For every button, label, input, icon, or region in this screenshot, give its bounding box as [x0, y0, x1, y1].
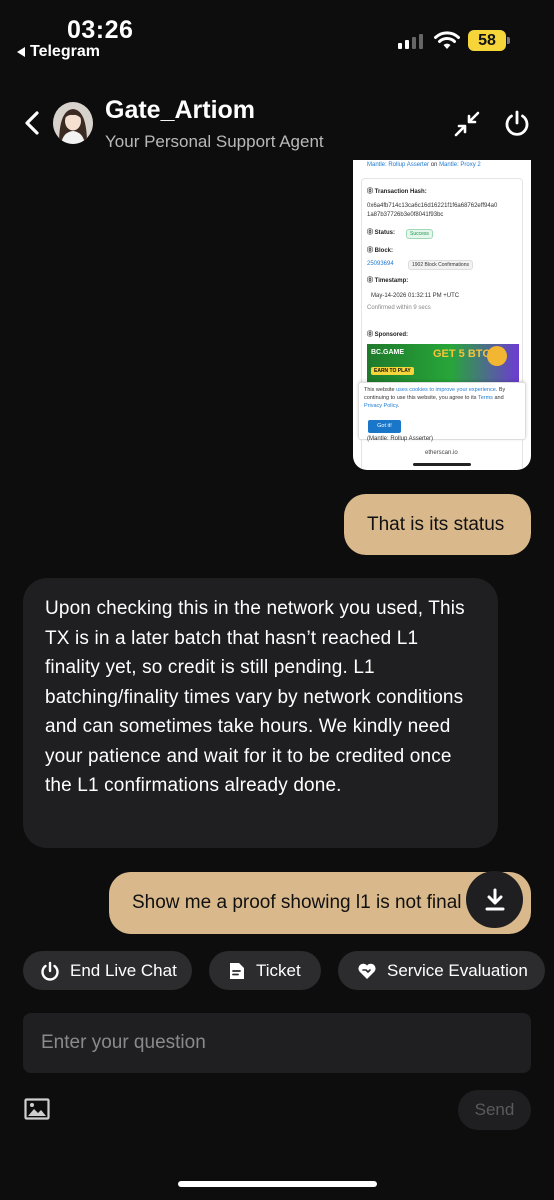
- heart-handshake-icon: [358, 963, 376, 979]
- agent-avatar: [53, 102, 93, 144]
- service-evaluation-label: Service Evaluation: [387, 960, 528, 980]
- domain-label: etherscan.io: [425, 450, 458, 456]
- end-live-chat-button[interactable]: End Live Chat: [23, 951, 192, 990]
- tx-hash-line2: 1a87b37726b3e0f8041f93bc: [367, 212, 444, 218]
- back-to-telegram[interactable]: Telegram: [17, 43, 100, 61]
- block-confirmations-badge: 1902 Block Confirmations: [408, 260, 473, 271]
- back-triangle-icon: [17, 47, 25, 57]
- tx-hash-label: ⓪ Transaction Hash:: [367, 189, 427, 195]
- bottom-line: (Mantle: Rollup Asserter): [367, 436, 434, 442]
- sponsored-label-text: Sponsored:: [374, 332, 409, 338]
- timestamp-label-text: Timestamp:: [374, 278, 409, 284]
- top-line: Mantle: Rollup Asserter on Mantle: Proxy…: [367, 162, 481, 170]
- cellular-signal-icon: [398, 34, 423, 49]
- top-line-on: on: [430, 162, 438, 168]
- battery-indicator: 58: [468, 30, 510, 51]
- block-number-link[interactable]: 25093694: [367, 261, 394, 269]
- home-indicator[interactable]: [178, 1181, 377, 1187]
- coin-icon: [487, 346, 507, 366]
- back-app-label: Telegram: [30, 43, 100, 60]
- cookie-link-improve[interactable]: uses cookies to improve your experience: [396, 387, 496, 393]
- battery-level: 58: [478, 31, 496, 49]
- message-text: Upon checking this in the network you us…: [45, 598, 465, 796]
- send-button[interactable]: Send: [458, 1090, 531, 1130]
- timestamp-note: Confirmed within 9 secs: [367, 305, 431, 311]
- ad-cta: EARN TO PLAY: [371, 367, 414, 376]
- agent-name: Gate_Artiom: [105, 96, 256, 124]
- sponsored-label: ⓪ Sponsored:: [367, 332, 409, 338]
- timestamp-value: May-14-2026 01:32:11 PM +UTC: [371, 293, 460, 299]
- ticket-label: Ticket: [256, 960, 301, 980]
- cookie-banner: This website uses cookies to improve you…: [358, 382, 526, 440]
- screenshot-attachment[interactable]: Mantle: Rollup Asserter on Mantle: Proxy…: [353, 160, 531, 470]
- top-line-prefix: Mantle: Rollup Asserter: [367, 162, 430, 168]
- cookie-terms-link[interactable]: Terms: [478, 395, 493, 401]
- image-upload-icon[interactable]: [24, 1098, 50, 1120]
- minimize-icon[interactable]: [454, 111, 480, 137]
- tx-hash-line1: 0x6a4fb714c13ca6c16d16221f1f6a68762eff94…: [367, 203, 498, 209]
- block-label-text: Block:: [374, 248, 394, 254]
- agent-message: Upon checking this in the network you us…: [23, 578, 498, 848]
- status-success-badge: Success: [406, 229, 433, 240]
- tx-hash-label-text: Transaction Hash:: [374, 189, 427, 195]
- sponsored-ad-banner[interactable]: BC.GAME EARN TO PLAY GET 5 BTC: [367, 344, 519, 382]
- message-text: That is its status: [367, 513, 505, 535]
- service-evaluation-button[interactable]: Service Evaluation: [338, 951, 545, 990]
- power-icon[interactable]: [503, 108, 531, 138]
- agent-subtitle: Your Personal Support Agent: [105, 132, 324, 151]
- download-arrow-icon: [485, 888, 504, 910]
- cookie-privacy-link[interactable]: Privacy Policy: [364, 403, 398, 409]
- block-label: ⓪ Block:: [367, 248, 394, 254]
- message-text: Show me a proof showing l1 is not final: [132, 892, 462, 913]
- user-message-status: That is its status: [344, 494, 531, 555]
- cookie-text: This website uses cookies to improve you…: [364, 387, 506, 409]
- question-input[interactable]: [23, 1013, 531, 1073]
- timestamp-label: ⓪ Timestamp:: [367, 278, 409, 284]
- power-icon: [41, 961, 59, 981]
- wifi-icon: [434, 31, 460, 49]
- cookie-text-and: and: [494, 395, 504, 401]
- status-label-text: Status:: [374, 230, 396, 236]
- ticket-button[interactable]: Ticket: [209, 951, 321, 990]
- cookie-got-it-button[interactable]: Got it!: [368, 420, 401, 433]
- end-live-chat-label: End Live Chat: [70, 960, 177, 980]
- scroll-to-bottom-button[interactable]: [466, 871, 523, 928]
- avatar-portrait-icon: [53, 102, 93, 144]
- status-label: ⓪ Status:: [367, 230, 396, 236]
- top-line-suffix: Mantle: Proxy 2: [439, 162, 481, 168]
- cookie-text-p1: This website: [364, 387, 395, 393]
- ticket-icon: [230, 962, 244, 979]
- screenshot-home-bar: [413, 463, 471, 466]
- ad-brand: BC.GAME: [371, 349, 405, 356]
- status-time: 03:26: [67, 16, 134, 44]
- back-arrow-icon[interactable]: [20, 108, 46, 138]
- ad-text: GET 5 BTC: [433, 348, 491, 360]
